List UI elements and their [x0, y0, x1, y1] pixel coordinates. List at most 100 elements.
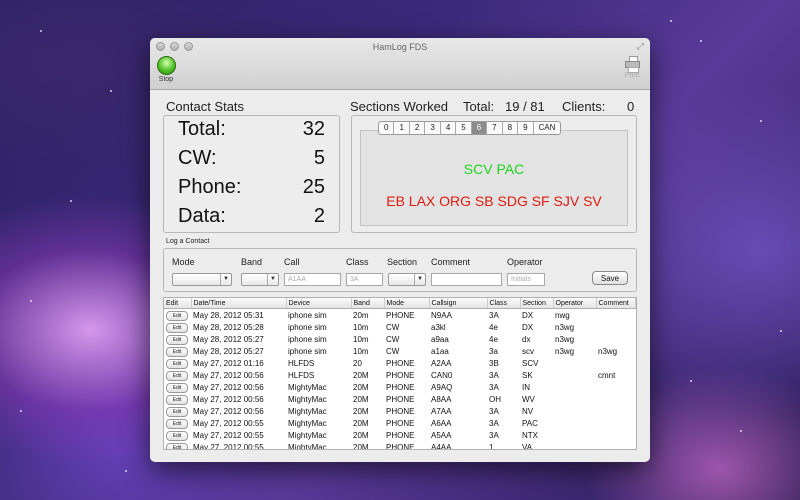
edit-button[interactable]: Edit [166, 310, 188, 321]
table-row[interactable]: Edit May 27, 2012 00:56 MightyMac 20M PHONE A… [164, 405, 636, 417]
cell-mode: PHONE [386, 406, 415, 416]
edit-button[interactable]: Edit [166, 394, 188, 405]
tab-region-4[interactable]: 4 [441, 122, 457, 134]
edit-cell: Edit [164, 345, 191, 357]
column-header-band[interactable]: Band [351, 298, 385, 309]
cell-class: 3A [489, 406, 499, 416]
tab-region-9[interactable]: 9 [518, 122, 534, 134]
mode-select[interactable]: ▼ [172, 273, 232, 286]
stat-label: Total: [178, 118, 226, 140]
column-header-callsign[interactable]: Callsign [429, 298, 488, 309]
cell-band: 20M [353, 430, 369, 440]
column-header-section[interactable]: Section [520, 298, 554, 309]
comment-input[interactable] [431, 273, 502, 286]
call-input[interactable]: A1AA [284, 273, 341, 286]
chevron-down-icon: ▼ [414, 274, 425, 285]
stat-label: CW: [178, 147, 217, 169]
sections-panel: SCV PAC EB LAX ORG SB SDG SF SJV SV 0 1 … [351, 115, 637, 233]
operator-label: Operator [507, 257, 543, 267]
edit-button[interactable]: Edit [166, 382, 188, 393]
cell-device: MightyMac [288, 382, 327, 392]
call-label: Call [284, 257, 300, 267]
cell-device: iphone sim [288, 322, 327, 332]
table-row[interactable]: Edit May 27, 2012 00:55 MightyMac 20M PHONE A… [164, 417, 636, 429]
edit-cell: Edit [164, 393, 191, 405]
section-select[interactable]: ▼ [388, 273, 426, 286]
cell-comment [596, 417, 636, 429]
cell-comment [596, 321, 636, 333]
table-row[interactable]: Edit May 28, 2012 05:27 iphone sim 10m CW a1a… [164, 345, 636, 357]
table-row[interactable]: Edit May 27, 2012 00:56 MightyMac 20M PHONE A… [164, 393, 636, 405]
fullscreen-icon[interactable]: ⤢ [637, 41, 644, 52]
save-button[interactable]: Save [592, 271, 628, 285]
edit-cell: Edit [164, 405, 191, 417]
column-header-class[interactable]: Class [487, 298, 521, 309]
cell-band: 20M [353, 406, 369, 416]
section-label: Section [387, 257, 418, 267]
cell-operator [553, 417, 596, 429]
stop-label: Stop [158, 76, 174, 83]
worked-sections: SCV PAC [463, 161, 525, 177]
class-input[interactable]: 3A [346, 273, 383, 286]
edit-button[interactable]: Edit [166, 406, 188, 417]
cell-section: IN [522, 382, 530, 392]
cell-section: VA [522, 442, 533, 450]
cell-datetime: May 27, 2012 00:56 [193, 406, 264, 416]
tab-region-7[interactable]: 7 [487, 122, 503, 134]
table-row[interactable]: Edit May 27, 2012 00:55 MightyMac 20M PHONE A… [164, 441, 636, 450]
column-header-comment[interactable]: Comment [596, 298, 636, 309]
edit-button[interactable]: Edit [166, 442, 188, 449]
cell-mode: PHONE [386, 310, 415, 320]
tab-region-8[interactable]: 8 [503, 122, 519, 134]
table-row[interactable]: Edit May 27, 2012 00:55 MightyMac 20M PHONE A… [164, 429, 636, 441]
tab-region-5[interactable]: 5 [456, 122, 472, 134]
edit-button[interactable]: Edit [166, 430, 188, 441]
table-row[interactable]: Edit May 28, 2012 05:27 iphone sim 10m CW a9a… [164, 333, 636, 345]
band-select[interactable]: ▼ [241, 273, 279, 286]
cell-callsign: A7AA [431, 406, 452, 416]
cell-comment: cmnt [598, 370, 616, 380]
column-header-mode[interactable]: Mode [384, 298, 430, 309]
tab-region-0[interactable]: 0 [379, 122, 395, 134]
table-row[interactable]: Edit May 27, 2012 00:56 HLFDS 20M PHONE CAN0 3… [164, 369, 636, 381]
edit-button[interactable]: Edit [166, 346, 188, 357]
cell-section: dx [522, 334, 531, 344]
column-header-operator[interactable]: Operator [553, 298, 597, 309]
table-row[interactable]: Edit May 28, 2012 05:28 iphone sim 10m CW a3k… [164, 321, 636, 333]
tab-region-3[interactable]: 3 [425, 122, 441, 134]
cell-operator [553, 369, 596, 381]
cell-band: 20M [353, 382, 369, 392]
table-row[interactable]: Edit May 27, 2012 01:16 HLFDS 20 PHONE A2AA 3B… [164, 357, 636, 369]
edit-button[interactable]: Edit [166, 334, 188, 345]
edit-button[interactable]: Edit [166, 418, 188, 429]
column-header-device[interactable]: Device [286, 298, 352, 309]
column-header-datetime[interactable]: Date/Time [191, 298, 287, 309]
cell-callsign: A9AQ [431, 382, 453, 392]
cell-operator [553, 381, 596, 393]
column-header-edit[interactable]: Edit [164, 298, 192, 309]
cell-operator: n3wg [555, 322, 575, 332]
edit-button[interactable]: Edit [166, 358, 188, 369]
operator-input[interactable]: Initials [507, 273, 545, 286]
stat-value: 25 [302, 176, 325, 198]
edit-button[interactable]: Edit [166, 322, 188, 333]
cell-band: 20M [353, 370, 369, 380]
cell-mode: PHONE [386, 442, 415, 450]
contact-stats-panel: Total: 32 CW: 5 Phone: 25 Data: 2 [163, 115, 340, 233]
clients-value: 0 [627, 99, 635, 114]
tab-region-can[interactable]: CAN [534, 122, 561, 134]
edit-cell: Edit [164, 357, 191, 369]
cell-device: MightyMac [288, 406, 327, 416]
stat-value: 2 [313, 205, 325, 227]
cell-callsign: A5AA [431, 430, 452, 440]
tab-region-6[interactable]: 6 [471, 122, 488, 134]
table-row[interactable]: Edit May 27, 2012 00:56 MightyMac 20M PHONE A… [164, 381, 636, 393]
print-button[interactable]: Print [622, 56, 642, 79]
tab-region-1[interactable]: 1 [394, 122, 410, 134]
stop-button[interactable]: Stop [156, 56, 176, 83]
cell-datetime: May 27, 2012 00:56 [193, 370, 264, 380]
tab-region-2[interactable]: 2 [410, 122, 426, 134]
edit-button[interactable]: Edit [166, 370, 188, 381]
table-row[interactable]: Edit May 28, 2012 05:31 iphone sim 20m PHONE… [164, 309, 636, 322]
cell-class: 3B [489, 358, 499, 368]
